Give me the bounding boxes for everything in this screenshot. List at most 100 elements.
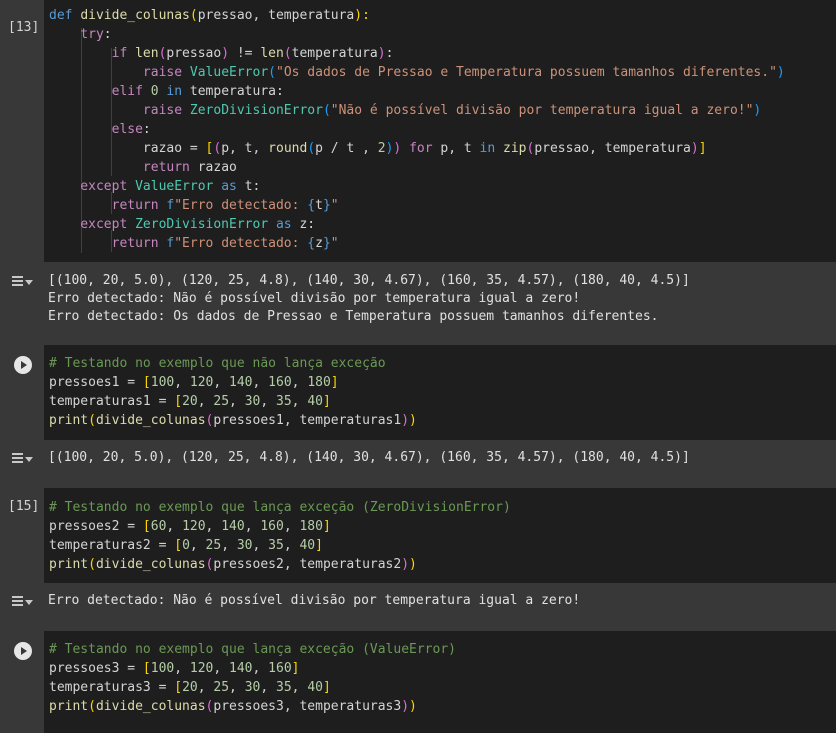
code-cell-15[interactable]: [15] # Testando no exemplo que lança exc… (0, 488, 836, 583)
code-token: ] (698, 141, 707, 156)
code-cell-16[interactable]: # Testando no exemplo que lança exceção … (0, 631, 836, 733)
code-token: temperaturas2 = (49, 538, 175, 553)
code-token: return (49, 198, 167, 213)
code-token: ) (753, 103, 762, 118)
code-token: ( (322, 103, 331, 118)
code-token: [ (174, 680, 183, 695)
code-token: as (213, 179, 245, 194)
output-area-15: Erro detectado: Não é possível divisão p… (0, 583, 836, 629)
output-area-14: [(100, 20, 5.0), (120, 25, 4.8), (140, 3… (0, 440, 836, 486)
code-token: ] (322, 519, 331, 534)
code-token: raise (49, 65, 190, 80)
code-token: , (283, 519, 300, 534)
code-token: ) (377, 46, 386, 61)
code-token: ( (88, 413, 96, 428)
code-token: except (49, 179, 136, 194)
code-token: raise (49, 103, 190, 118)
code-token: pressoes3, temperaturas3 (213, 699, 402, 714)
code-token: , (291, 680, 308, 695)
code-token: ( (283, 46, 292, 61)
output-toggle-icon[interactable] (12, 594, 34, 610)
code-token: , (221, 538, 237, 553)
code-token: # Testando no exemplo que não lança exce… (49, 356, 386, 371)
run-cell-button[interactable] (14, 356, 32, 374)
code-token: , (291, 375, 308, 390)
code-token: , (205, 519, 222, 534)
code-line: elif 0 in temperatura: (49, 82, 284, 101)
code-token: 40 (299, 538, 316, 553)
code-token: ( (88, 557, 96, 572)
code-token: "Erro detectado: (174, 236, 308, 251)
code-token: , (166, 519, 183, 534)
output-line: Erro detectado: Os dados de Pressao e Te… (48, 309, 659, 324)
code-token: ( (268, 65, 276, 80)
code-line: else: (49, 120, 151, 139)
code-token: print (49, 699, 89, 714)
code-token: 30 (244, 394, 261, 409)
code-token: : (103, 27, 112, 42)
code-line: print(divide_colunas(pressoes2, temperat… (49, 555, 417, 574)
code-line: print(divide_colunas(pressoes1, temperat… (49, 411, 417, 430)
code-token: ) (401, 699, 410, 714)
code-token: , (244, 519, 261, 534)
code-token: , (291, 394, 308, 409)
execution-count: [13] (8, 20, 40, 35)
code-token: pressoes1 = (49, 375, 143, 390)
code-line: pressoes3 = [100, 120, 140, 160] (49, 659, 299, 678)
code-token: pressao (166, 46, 222, 61)
cell-gutter (0, 631, 44, 733)
code-token: ] (330, 375, 339, 390)
code-line: if len(pressao) != len(temperatura): (49, 44, 394, 63)
cell-gutter: [15] (0, 488, 44, 583)
code-token: pressoes2, temperaturas2 (213, 557, 402, 572)
code-token: "Erro detectado: (174, 198, 308, 213)
code-token: 35 (268, 538, 284, 553)
code-token: divide_colunas (95, 699, 206, 714)
code-cell-13[interactable]: [13] def divide_colunas(pressao, tempera… (0, 0, 836, 262)
code-token: 25 (213, 394, 230, 409)
code-cell-14[interactable]: # Testando no exemplo que não lança exce… (0, 345, 836, 440)
code-token: 140 (229, 661, 253, 676)
code-token: p / t , (315, 141, 378, 156)
code-token: ) (401, 557, 410, 572)
code-line: raise ZeroDivisionError("Não é possível … (49, 101, 761, 120)
code-line: def divide_colunas(pressao, temperatura)… (49, 6, 370, 25)
code-token: len (135, 46, 159, 61)
code-token: ( (88, 699, 96, 714)
code-token: , (213, 375, 230, 390)
code-line: print(divide_colunas(pressoes3, temperat… (49, 697, 417, 716)
code-token: 0 (150, 84, 159, 99)
code-token: , (174, 661, 190, 676)
code-token: , (189, 538, 206, 553)
code-line: raise ValueError("Os dados de Pressao e … (49, 63, 785, 82)
code-token: return (49, 160, 198, 175)
code-token: 140 (221, 519, 245, 534)
code-token: len (260, 46, 284, 61)
code-token: razao (197, 160, 237, 175)
code-token: " (330, 236, 339, 251)
code-token: print (49, 413, 89, 428)
code-token: ZeroDivisionError (189, 103, 323, 118)
code-token: : (385, 46, 394, 61)
code-token: "Não é possível divisão por temperatura … (330, 103, 754, 118)
code-token: [ (142, 375, 151, 390)
code-line: # Testando no exemplo que não lança exce… (49, 354, 386, 373)
code-token: { (307, 198, 316, 213)
code-token: temperatura: (189, 84, 284, 99)
code-token: divide_colunas (95, 413, 206, 428)
code-token: t (315, 198, 323, 213)
code-token: ) (409, 557, 417, 572)
output-toggle-icon[interactable] (12, 451, 34, 467)
code-token: 100 (150, 661, 175, 676)
code-token: ) (401, 413, 410, 428)
code-token: , (260, 680, 276, 695)
output-toggle-icon[interactable] (12, 274, 34, 290)
code-line: pressoes1 = [100, 120, 140, 160, 180] (49, 373, 339, 392)
code-token: " (330, 198, 339, 213)
code-token: 40 (307, 680, 323, 695)
code-token: def (49, 8, 81, 23)
code-token: 25 (213, 680, 230, 695)
code-token: ValueError (189, 65, 269, 80)
run-cell-button[interactable] (14, 642, 32, 660)
code-token: # Testando no exemplo que lança exceção … (49, 642, 456, 657)
